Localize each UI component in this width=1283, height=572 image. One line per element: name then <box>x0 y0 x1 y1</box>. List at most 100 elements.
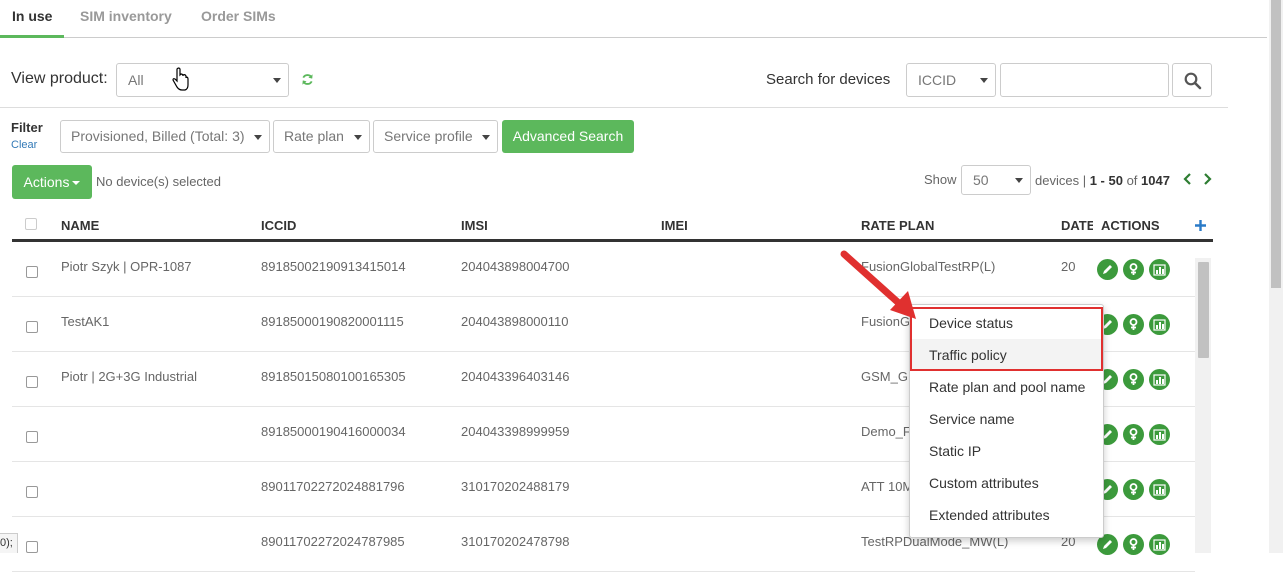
column-header-name[interactable]: NAME <box>61 218 99 233</box>
column-header-actions: ACTIONS <box>1101 218 1160 233</box>
view-product-label: View product: <box>11 70 108 87</box>
chevron-right-icon[interactable] <box>1202 173 1212 185</box>
actions-button-label: Actions <box>23 174 70 190</box>
diagnostics-icon[interactable] <box>1123 479 1144 500</box>
row-checkbox[interactable] <box>26 541 38 553</box>
column-header-imei[interactable]: IMEI <box>661 218 688 233</box>
chevron-left-icon[interactable] <box>1183 173 1193 185</box>
column-header-date[interactable]: DATE <box>1061 218 1093 233</box>
highlight-box <box>910 307 1103 371</box>
pagination-info: devices | 1 - 50 of 1047 <box>1035 173 1170 188</box>
chevron-down-icon <box>273 78 281 83</box>
cell-imsi: 204043396403146 <box>461 369 570 384</box>
search-input[interactable] <box>1000 63 1169 97</box>
menu-item-static-ip[interactable]: Static IP <box>910 435 1103 467</box>
actions-button[interactable]: Actions <box>12 165 92 199</box>
diagnostics-icon[interactable] <box>1123 534 1144 555</box>
service-profile-filter-value: Service profile <box>384 128 473 144</box>
search-devices-label: Search for devices <box>766 71 891 88</box>
column-header-rate-plan[interactable]: RATE PLAN <box>861 218 934 233</box>
row-checkbox[interactable] <box>26 486 38 498</box>
cell-iccid: 89185000190820001115 <box>261 314 404 329</box>
usage-chart-icon[interactable] <box>1149 259 1170 280</box>
page-size-select[interactable]: 50 <box>961 165 1031 195</box>
rate-plan-filter-select[interactable]: Rate plan <box>273 120 370 153</box>
diagnostics-icon[interactable] <box>1123 424 1144 445</box>
diagnostics-icon[interactable] <box>1123 369 1144 390</box>
devices-label: devices | <box>1035 173 1087 188</box>
search-button[interactable] <box>1172 63 1212 97</box>
cell-name: Piotr | 2G+3G Industrial <box>61 369 197 384</box>
chevron-down-icon <box>1015 178 1023 183</box>
filter-label: Filter <box>11 120 43 135</box>
row-checkbox[interactable] <box>26 431 38 443</box>
cell-iccid: 89011702272024881796 <box>261 479 405 494</box>
chevron-down-icon <box>354 134 362 140</box>
selection-status: No device(s) selected <box>96 174 221 189</box>
cell-imsi: 310170202478798 <box>461 534 570 549</box>
table-scroll-thumb[interactable] <box>1198 262 1209 358</box>
usage-chart-icon[interactable] <box>1149 534 1170 555</box>
column-header-imsi[interactable]: IMSI <box>461 218 488 233</box>
cell-name: TestAK1 <box>61 314 110 329</box>
page-scroll-thumb[interactable] <box>1271 0 1281 288</box>
search-field-select[interactable]: ICCID <box>906 63 996 97</box>
cursor-hand-icon <box>172 67 189 91</box>
cell-iccid: 89185000190416000034 <box>261 424 406 439</box>
chevron-down-icon <box>254 134 262 140</box>
product-select[interactable]: All <box>116 63 289 97</box>
chevron-down-icon <box>980 78 988 83</box>
cell-imsi: 204043398999959 <box>461 424 570 439</box>
total-count: 1047 <box>1141 173 1170 188</box>
usage-chart-icon[interactable] <box>1149 479 1170 500</box>
cell-date: 20 <box>1061 259 1076 274</box>
search-icon <box>1184 72 1202 90</box>
tab-bar: In use SIM inventory Order SIMs <box>0 0 1267 38</box>
page-size-value: 50 <box>973 172 989 188</box>
edit-icon[interactable] <box>1097 259 1118 280</box>
status-filter-select[interactable]: Provisioned, Billed (Total: 3) <box>60 120 270 153</box>
cell-iccid: 89185015080100165305 <box>261 369 406 384</box>
cell-name: Piotr Szyk | OPR-1087 <box>61 259 192 274</box>
diagnostics-icon[interactable] <box>1123 314 1144 335</box>
status-filter-value: Provisioned, Billed (Total: 3) <box>71 128 245 144</box>
tab-order-sims[interactable]: Order SIMs <box>201 0 276 38</box>
usage-chart-icon[interactable] <box>1149 369 1170 390</box>
search-field-value: ICCID <box>918 72 957 88</box>
diagnostics-icon[interactable] <box>1123 259 1144 280</box>
show-label: Show <box>924 172 957 187</box>
filter-clear-link[interactable]: Clear <box>11 139 37 151</box>
menu-item-service-name[interactable]: Service name <box>910 403 1103 435</box>
service-profile-filter-select[interactable]: Service profile <box>373 120 498 153</box>
tab-sim-inventory[interactable]: SIM inventory <box>80 0 172 38</box>
menu-item-extended-attributes[interactable]: Extended attributes <box>910 499 1103 531</box>
chevron-down-icon <box>482 134 490 140</box>
cell-imsi: 204043898000110 <box>461 314 569 329</box>
menu-item-custom-attributes[interactable]: Custom attributes <box>910 467 1103 499</box>
page-range: 1 - 50 <box>1089 173 1123 188</box>
of-label: of <box>1126 173 1138 188</box>
rate-plan-filter-value: Rate plan <box>284 128 344 144</box>
row-divider <box>12 296 1195 297</box>
usage-chart-icon[interactable] <box>1149 424 1170 445</box>
row-checkbox[interactable] <box>26 321 38 333</box>
advanced-search-button[interactable]: Advanced Search <box>502 120 634 153</box>
caret-down-icon <box>72 181 81 186</box>
cell-iccid: 89185002190913415014 <box>261 259 406 274</box>
row-checkbox[interactable] <box>26 376 38 388</box>
cell-imsi: 204043898004700 <box>461 259 570 274</box>
add-column-icon[interactable] <box>1195 220 1206 231</box>
product-select-value: All <box>128 72 144 88</box>
header-underline <box>12 239 1213 242</box>
status-bar-snippet: 0); <box>0 533 18 553</box>
refresh-icon[interactable] <box>301 73 314 86</box>
cell-imsi: 310170202488179 <box>461 479 570 494</box>
cell-iccid: 89011702272024787985 <box>261 534 405 549</box>
column-header-iccid[interactable]: ICCID <box>261 218 296 233</box>
row-checkbox[interactable] <box>26 266 38 278</box>
usage-chart-icon[interactable] <box>1149 314 1170 335</box>
menu-item-rate-plan-pool[interactable]: Rate plan and pool name <box>910 371 1103 403</box>
tab-in-use[interactable]: In use <box>0 0 65 38</box>
annotation-arrow-icon <box>840 250 916 319</box>
select-all-checkbox[interactable] <box>25 218 37 230</box>
